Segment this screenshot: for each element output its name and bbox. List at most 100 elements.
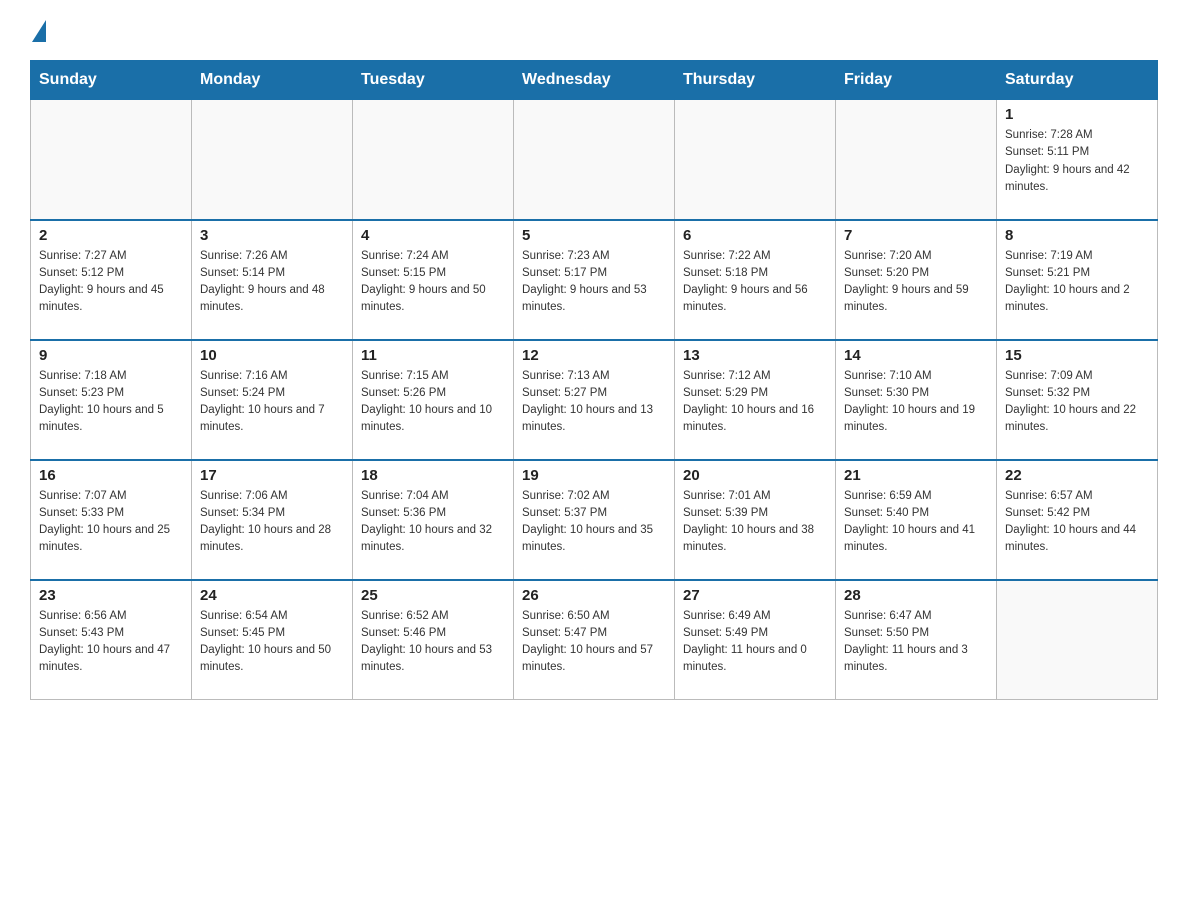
calendar-cell: 21 Sunrise: 6:59 AMSunset: 5:40 PMDayligh…: [836, 460, 997, 580]
calendar-cell: 19 Sunrise: 7:02 AMSunset: 5:37 PMDayligh…: [514, 460, 675, 580]
day-number: 24: [200, 587, 344, 604]
calendar-cell: 15 Sunrise: 7:09 AMSunset: 5:32 PMDayligh…: [997, 340, 1158, 460]
day-info: Sunrise: 7:22 AMSunset: 5:18 PMDaylight:…: [683, 248, 827, 317]
day-number: 23: [39, 587, 183, 604]
day-info: Sunrise: 7:07 AMSunset: 5:33 PMDaylight:…: [39, 488, 183, 557]
day-info: Sunrise: 7:09 AMSunset: 5:32 PMDaylight:…: [1005, 368, 1149, 437]
day-info: Sunrise: 7:18 AMSunset: 5:23 PMDaylight:…: [39, 368, 183, 437]
day-of-week-header: Monday: [192, 61, 353, 100]
day-info: Sunrise: 7:02 AMSunset: 5:37 PMDaylight:…: [522, 488, 666, 557]
calendar-cell: 11 Sunrise: 7:15 AMSunset: 5:26 PMDayligh…: [353, 340, 514, 460]
calendar-cell: [675, 100, 836, 220]
day-number: 16: [39, 467, 183, 484]
calendar-cell: 8Sunrise: 7:19 AMSunset: 5:21 PMDaylight…: [997, 220, 1158, 340]
day-of-week-header: Friday: [836, 61, 997, 100]
day-number: 3: [200, 227, 344, 244]
page-header: [30, 20, 1158, 40]
day-info: Sunrise: 6:49 AMSunset: 5:49 PMDaylight:…: [683, 608, 827, 677]
day-number: 9: [39, 347, 183, 364]
day-number: 19: [522, 467, 666, 484]
day-number: 5: [522, 227, 666, 244]
calendar-cell: 2 Sunrise: 7:27 AMSunset: 5:12 PMDaylight…: [31, 220, 192, 340]
day-info: Sunrise: 7:20 AMSunset: 5:20 PMDaylight:…: [844, 248, 988, 317]
day-info: Sunrise: 7:28 AMSunset: 5:11 PMDaylight:…: [1005, 127, 1149, 196]
calendar-cell: 25 Sunrise: 6:52 AMSunset: 5:46 PMDayligh…: [353, 580, 514, 700]
calendar-cell: 3 Sunrise: 7:26 AMSunset: 5:14 PMDaylight…: [192, 220, 353, 340]
day-info: Sunrise: 7:06 AMSunset: 5:34 PMDaylight:…: [200, 488, 344, 557]
day-info: Sunrise: 6:47 AMSunset: 5:50 PMDaylight:…: [844, 608, 988, 677]
logo-triangle-icon: [32, 20, 46, 42]
day-info: Sunrise: 7:26 AMSunset: 5:14 PMDaylight:…: [200, 248, 344, 317]
calendar-cell: 6 Sunrise: 7:22 AMSunset: 5:18 PMDaylight…: [675, 220, 836, 340]
calendar-cell: [514, 100, 675, 220]
calendar-cell: 27 Sunrise: 6:49 AMSunset: 5:49 PMDayligh…: [675, 580, 836, 700]
calendar-cell: 10 Sunrise: 7:16 AMSunset: 5:24 PMDayligh…: [192, 340, 353, 460]
day-of-week-header: Sunday: [31, 61, 192, 100]
day-info: Sunrise: 7:15 AMSunset: 5:26 PMDaylight:…: [361, 368, 505, 437]
day-number: 26: [522, 587, 666, 604]
day-info: Sunrise: 6:50 AMSunset: 5:47 PMDaylight:…: [522, 608, 666, 677]
calendar-cell: [997, 580, 1158, 700]
calendar-cell: [31, 100, 192, 220]
day-info: Sunrise: 7:16 AMSunset: 5:24 PMDaylight:…: [200, 368, 344, 437]
day-number: 14: [844, 347, 988, 364]
day-info: Sunrise: 7:13 AMSunset: 5:27 PMDaylight:…: [522, 368, 666, 437]
day-info: Sunrise: 7:04 AMSunset: 5:36 PMDaylight:…: [361, 488, 505, 557]
day-number: 18: [361, 467, 505, 484]
day-info: Sunrise: 6:56 AMSunset: 5:43 PMDaylight:…: [39, 608, 183, 677]
day-number: 20: [683, 467, 827, 484]
calendar-cell: 17Sunrise: 7:06 AMSunset: 5:34 PMDayligh…: [192, 460, 353, 580]
day-of-week-header: Tuesday: [353, 61, 514, 100]
day-number: 2: [39, 227, 183, 244]
calendar-cell: 4Sunrise: 7:24 AMSunset: 5:15 PMDaylight…: [353, 220, 514, 340]
day-number: 10: [200, 347, 344, 364]
calendar-cell: 28 Sunrise: 6:47 AMSunset: 5:50 PMDayligh…: [836, 580, 997, 700]
calendar-table: SundayMondayTuesdayWednesdayThursdayFrid…: [30, 60, 1158, 700]
day-info: Sunrise: 6:59 AMSunset: 5:40 PMDaylight:…: [844, 488, 988, 557]
calendar-cell: [836, 100, 997, 220]
day-info: Sunrise: 6:52 AMSunset: 5:46 PMDaylight:…: [361, 608, 505, 677]
day-info: Sunrise: 7:12 AMSunset: 5:29 PMDaylight:…: [683, 368, 827, 437]
day-number: 27: [683, 587, 827, 604]
day-number: 1: [1005, 106, 1149, 123]
day-info: Sunrise: 7:10 AMSunset: 5:30 PMDaylight:…: [844, 368, 988, 437]
calendar-cell: 20 Sunrise: 7:01 AMSunset: 5:39 PMDayligh…: [675, 460, 836, 580]
day-of-week-header: Thursday: [675, 61, 836, 100]
calendar-cell: 12 Sunrise: 7:13 AMSunset: 5:27 PMDayligh…: [514, 340, 675, 460]
calendar-cell: 24 Sunrise: 6:54 AMSunset: 5:45 PMDayligh…: [192, 580, 353, 700]
day-number: 25: [361, 587, 505, 604]
calendar-cell: [353, 100, 514, 220]
calendar-header-row: SundayMondayTuesdayWednesdayThursdayFrid…: [31, 61, 1158, 100]
day-number: 11: [361, 347, 505, 364]
calendar-cell: 13 Sunrise: 7:12 AMSunset: 5:29 PMDayligh…: [675, 340, 836, 460]
day-number: 15: [1005, 347, 1149, 364]
calendar-cell: 5Sunrise: 7:23 AMSunset: 5:17 PMDaylight…: [514, 220, 675, 340]
day-info: Sunrise: 6:54 AMSunset: 5:45 PMDaylight:…: [200, 608, 344, 677]
calendar-cell: 9 Sunrise: 7:18 AMSunset: 5:23 PMDaylight…: [31, 340, 192, 460]
calendar-week-row: 9 Sunrise: 7:18 AMSunset: 5:23 PMDaylight…: [31, 340, 1158, 460]
calendar-week-row: 2 Sunrise: 7:27 AMSunset: 5:12 PMDaylight…: [31, 220, 1158, 340]
day-number: 7: [844, 227, 988, 244]
calendar-cell: 1 Sunrise: 7:28 AMSunset: 5:11 PMDaylight…: [997, 100, 1158, 220]
calendar-cell: 26 Sunrise: 6:50 AMSunset: 5:47 PMDayligh…: [514, 580, 675, 700]
day-info: Sunrise: 7:01 AMSunset: 5:39 PMDaylight:…: [683, 488, 827, 557]
day-number: 28: [844, 587, 988, 604]
calendar-cell: 22 Sunrise: 6:57 AMSunset: 5:42 PMDayligh…: [997, 460, 1158, 580]
calendar-week-row: 1 Sunrise: 7:28 AMSunset: 5:11 PMDaylight…: [31, 100, 1158, 220]
day-info: Sunrise: 7:19 AMSunset: 5:21 PMDaylight:…: [1005, 248, 1149, 317]
calendar-week-row: 16 Sunrise: 7:07 AMSunset: 5:33 PMDayligh…: [31, 460, 1158, 580]
calendar-week-row: 23 Sunrise: 6:56 AMSunset: 5:43 PMDayligh…: [31, 580, 1158, 700]
day-number: 12: [522, 347, 666, 364]
day-number: 6: [683, 227, 827, 244]
calendar-cell: 16 Sunrise: 7:07 AMSunset: 5:33 PMDayligh…: [31, 460, 192, 580]
day-info: Sunrise: 6:57 AMSunset: 5:42 PMDaylight:…: [1005, 488, 1149, 557]
day-number: 13: [683, 347, 827, 364]
day-number: 21: [844, 467, 988, 484]
day-of-week-header: Wednesday: [514, 61, 675, 100]
calendar-cell: [192, 100, 353, 220]
calendar-cell: 18 Sunrise: 7:04 AMSunset: 5:36 PMDayligh…: [353, 460, 514, 580]
day-of-week-header: Saturday: [997, 61, 1158, 100]
day-info: Sunrise: 7:27 AMSunset: 5:12 PMDaylight:…: [39, 248, 183, 317]
day-number: 4: [361, 227, 505, 244]
day-number: 22: [1005, 467, 1149, 484]
